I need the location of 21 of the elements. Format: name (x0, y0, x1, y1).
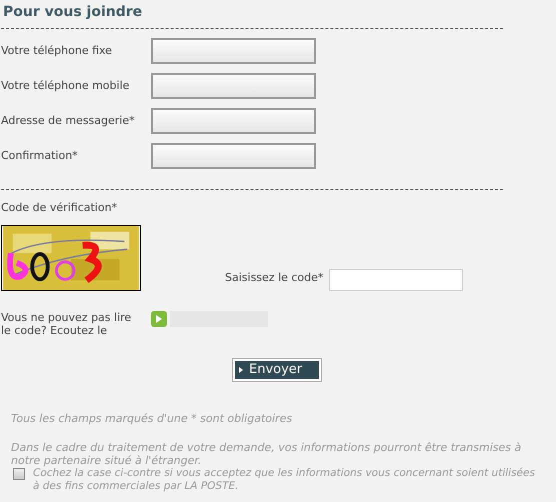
consent-text: Cochez la case ci-contre si vous acceptez que les informations vous concernant soient utilisées à des fins commerciales par LA POSTE. (33, 467, 536, 493)
input-field[interactable] (151, 108, 316, 134)
audio-prompt: Vous ne pouvez pas lire le code? Ecoutez le (1, 310, 132, 336)
play-icon (156, 314, 162, 322)
play-button[interactable] (151, 310, 167, 326)
input-field[interactable] (151, 143, 316, 169)
section-title: Pour vous joindre (2, 3, 144, 22)
field-label: Confirmation* (1, 148, 79, 164)
field-label: Saisissez le code* (225, 270, 324, 286)
caret-icon (239, 366, 243, 372)
input-field[interactable] (151, 73, 316, 99)
field-label: Votre téléphone mobile (1, 78, 130, 94)
field-label: Adresse de messagerie* (1, 112, 136, 129)
input-field[interactable] (151, 38, 316, 64)
transfer-note: Dans le cadre du traitement de votre demande, vos informations pourront être transmises à notre partenaire situé à l'étranger. (11, 441, 522, 467)
input-field[interactable] (329, 268, 464, 290)
field-label: Votre téléphone fixe (1, 42, 113, 59)
submit-button[interactable]: Envoyer (233, 358, 321, 380)
required-note: Tous les champs marqués d'une * sont obligatoires (11, 410, 294, 426)
consent-checkbox[interactable] (13, 468, 25, 480)
field-label: Code de vérification* (1, 200, 118, 216)
